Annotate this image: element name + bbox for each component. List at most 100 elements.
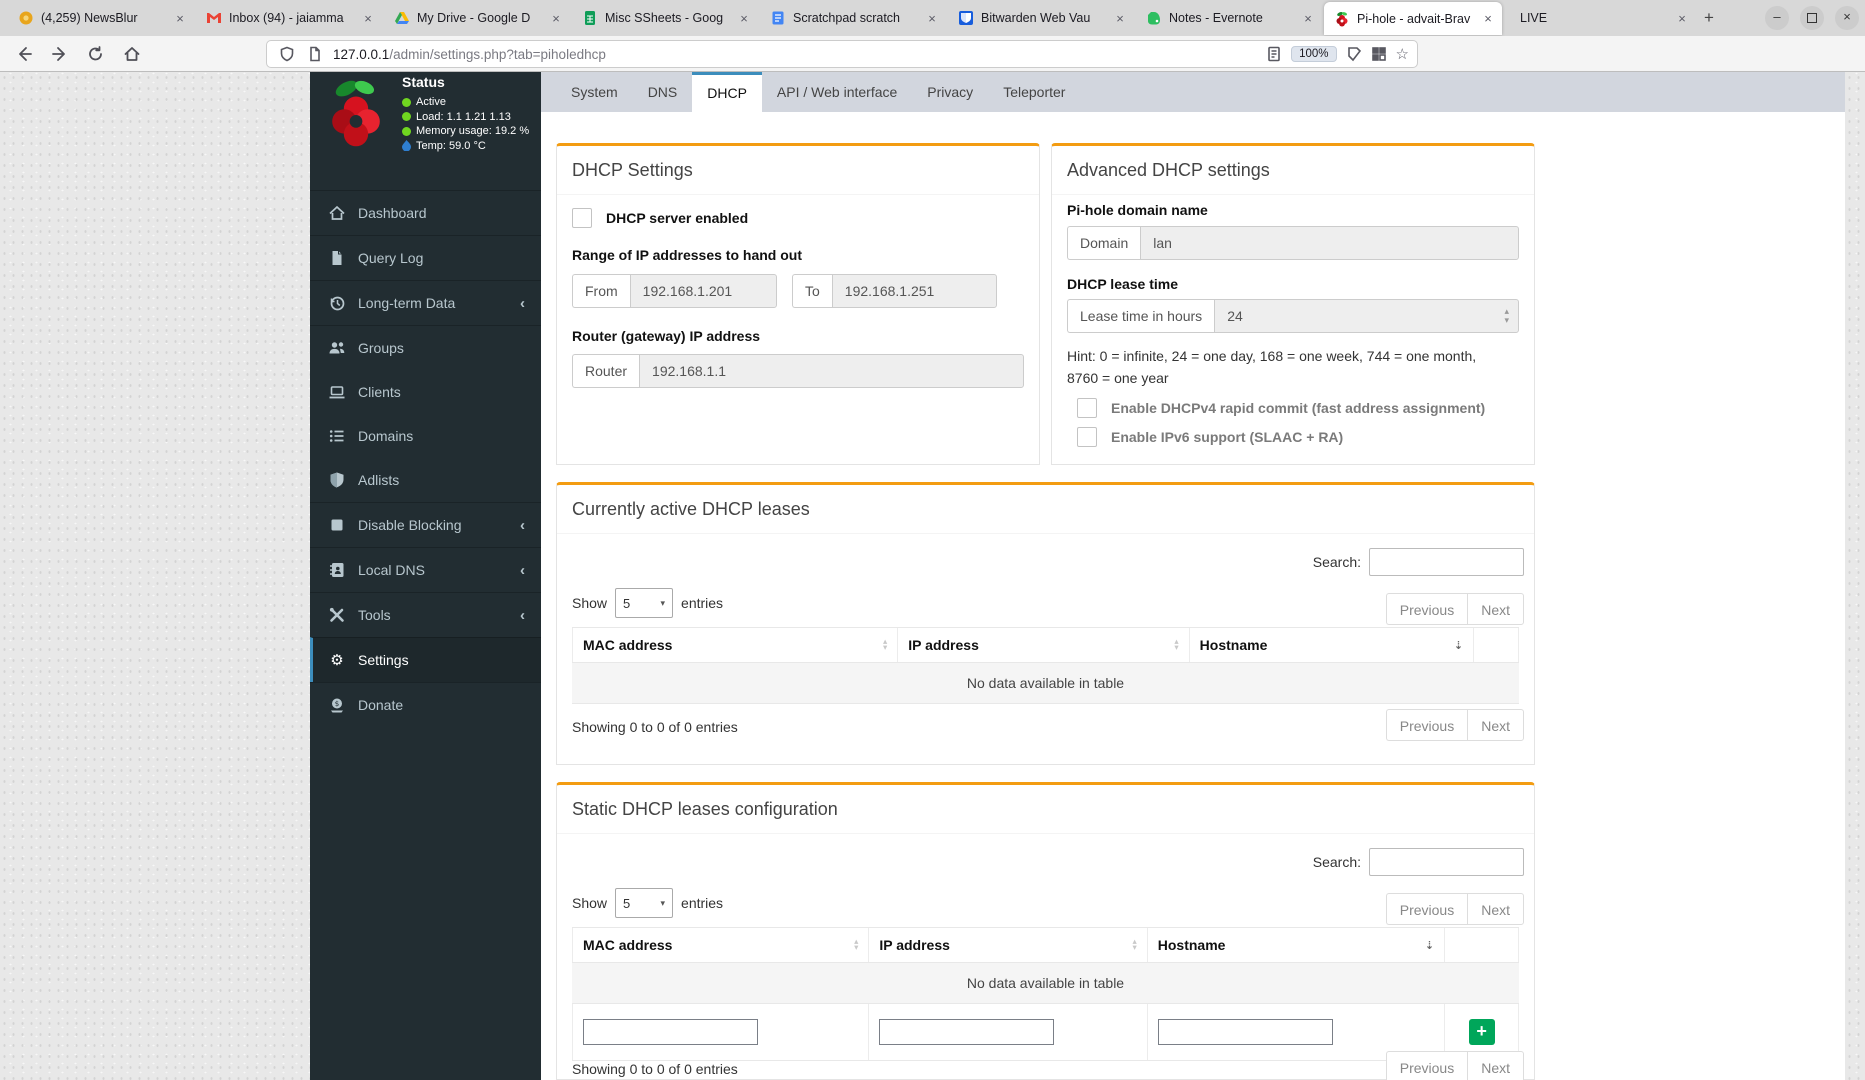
previous-button[interactable]: Previous [1385,1051,1468,1080]
sidebar-item-local-dns[interactable]: Local DNS ‹ [310,547,541,592]
browser-tab-scratchpad[interactable]: Scratchpad scratch × [760,0,946,36]
search-input[interactable] [1369,848,1524,876]
sidebar-item-query-log[interactable]: Query Log [310,235,541,280]
zoom-level-indicator[interactable]: 100% [1291,46,1337,62]
next-button[interactable]: Next [1467,709,1524,741]
range-from-input[interactable] [629,274,777,308]
window-close-button[interactable]: × [1835,6,1859,30]
close-icon[interactable]: × [1674,11,1690,26]
domain-addon: Domain [1067,226,1141,260]
shield-icon[interactable] [279,46,295,62]
column-header-mac[interactable]: MAC address ▴ ▾ [572,628,899,662]
page-size-select[interactable]: 5 ▾ [615,588,674,618]
close-icon[interactable]: × [736,11,752,26]
home-icon[interactable] [123,45,141,63]
new-tab-button[interactable]: + [1698,7,1720,29]
router-input[interactable] [639,354,1024,388]
close-icon[interactable]: × [548,11,564,26]
sidebar-item-tools[interactable]: Tools ‹ [310,592,541,637]
number-spinner-icon[interactable]: ▴ ▾ [1504,307,1509,325]
forward-icon[interactable] [51,45,69,63]
sidebar-item-dashboard[interactable]: Dashboard [310,190,541,235]
page-info-icon[interactable] [307,46,323,62]
window-restore-button[interactable] [1800,6,1824,30]
page-size-select[interactable]: 5 ▾ [615,888,674,918]
rapid-commit-checkbox[interactable] [1077,398,1097,418]
home-icon [328,204,346,222]
next-button[interactable]: Next [1467,893,1524,925]
empty-table-message: No data available in table [572,963,1519,1004]
lease-time-label: DHCP lease time [1067,276,1179,292]
browser-tab-drive[interactable]: My Drive - Google D × [384,0,570,36]
close-icon[interactable]: × [360,11,376,26]
previous-button[interactable]: Previous [1385,893,1468,925]
sidebar-item-disable-blocking[interactable]: Disable Blocking ‹ [310,502,541,547]
column-header-ip[interactable]: IP address ▴ ▾ [869,928,1148,962]
highlight-icon[interactable] [1346,46,1362,62]
next-button[interactable]: Next [1467,593,1524,625]
column-header-hostname[interactable]: Hostname ⇣ [1148,928,1446,962]
lease-hint-text: Hint: 0 = infinite, 24 = one day, 168 = … [1067,348,1477,386]
browser-tab-bitwarden[interactable]: Bitwarden Web Vau × [948,0,1134,36]
column-header-ip[interactable]: IP address ▴ ▾ [898,628,1190,662]
range-to-input[interactable] [831,274,997,308]
back-icon[interactable] [15,45,33,63]
browser-tab-newsblur[interactable]: (4,259) NewsBlur × [8,0,194,36]
sidebar-item-settings[interactable]: ⚙ Settings [310,637,541,682]
new-ip-input[interactable] [879,1019,1055,1045]
sidebar-item-adlists[interactable]: Adlists [310,458,541,502]
new-hostname-input[interactable] [1157,1019,1333,1045]
tab-system[interactable]: System [556,72,633,112]
browser-tab-gmail[interactable]: Inbox (94) - jaiamma × [196,0,382,36]
domain-input[interactable] [1140,226,1519,260]
sidebar-item-domains[interactable]: Domains [310,414,541,458]
tab-teleporter[interactable]: Teleporter [988,72,1080,112]
tab-dns[interactable]: DNS [633,72,693,112]
next-button[interactable]: Next [1467,1051,1524,1080]
close-icon[interactable]: × [924,11,940,26]
dhcp-server-enabled-label: DHCP server enabled [606,210,749,226]
reload-icon[interactable] [87,45,105,63]
new-mac-input[interactable] [583,1019,758,1045]
reader-mode-icon[interactable] [1266,46,1282,62]
browser-tab-live[interactable]: LIVE × [1510,0,1696,36]
tab-privacy[interactable]: Privacy [912,72,988,112]
sidebar-item-groups[interactable]: Groups [310,325,541,370]
close-icon[interactable]: × [1480,11,1496,26]
active-leases-search: Search: [1313,548,1524,576]
main-content: System DNS DHCP API / Web interface Priv… [541,72,1845,1080]
range-from-group: From [572,274,777,308]
url-text: 127.0.0.1/admin/settings.php?tab=piholed… [333,47,1257,62]
browser-tab-sheets[interactable]: Misc SSheets - Goog × [572,0,758,36]
ipv6-support-checkbox[interactable] [1077,427,1097,447]
close-icon[interactable]: × [1300,11,1316,26]
static-leases-panel: Static DHCP leases configuration Search:… [556,782,1535,1080]
containers-icon[interactable] [1371,46,1387,62]
window-minimize-button[interactable]: – [1765,6,1789,30]
search-input[interactable] [1369,548,1524,576]
tab-api-web-interface[interactable]: API / Web interface [762,72,912,112]
static-leases-show-entries: Show 5 ▾ entries [572,888,723,918]
dhcp-server-enabled-checkbox[interactable] [572,208,592,228]
add-static-lease-button[interactable]: + [1468,1019,1495,1045]
sidebar-item-donate[interactable]: $ Donate [310,682,541,727]
lease-time-input[interactable] [1214,299,1519,333]
drive-favicon [394,10,410,26]
tab-dhcp[interactable]: DHCP [692,72,762,112]
browser-urlbar: 127.0.0.1/admin/settings.php?tab=piholed… [0,36,1865,101]
sidebar-item-long-term-data[interactable]: Long-term Data ‹ [310,280,541,325]
previous-button[interactable]: Previous [1385,593,1468,625]
column-header-mac[interactable]: MAC address ▴ ▾ [572,928,870,962]
static-lease-add-row: + [572,1004,1519,1061]
close-icon[interactable]: × [172,11,188,26]
browser-tab-evernote[interactable]: Notes - Evernote × [1136,0,1322,36]
browser-tab-pihole-active[interactable]: Pi-hole - advait-Brav × [1324,2,1502,35]
column-header-hostname[interactable]: Hostname ⇣ [1190,628,1475,662]
close-icon[interactable]: × [1112,11,1128,26]
sidebar-item-clients[interactable]: Clients [310,370,541,414]
previous-button[interactable]: Previous [1385,709,1468,741]
chevron-left-icon: ‹ [520,561,525,579]
url-field[interactable]: 127.0.0.1/admin/settings.php?tab=piholed… [266,40,1418,68]
bookmark-star-icon[interactable]: ☆ [1396,45,1409,63]
panel-title: DHCP Settings [572,159,693,180]
